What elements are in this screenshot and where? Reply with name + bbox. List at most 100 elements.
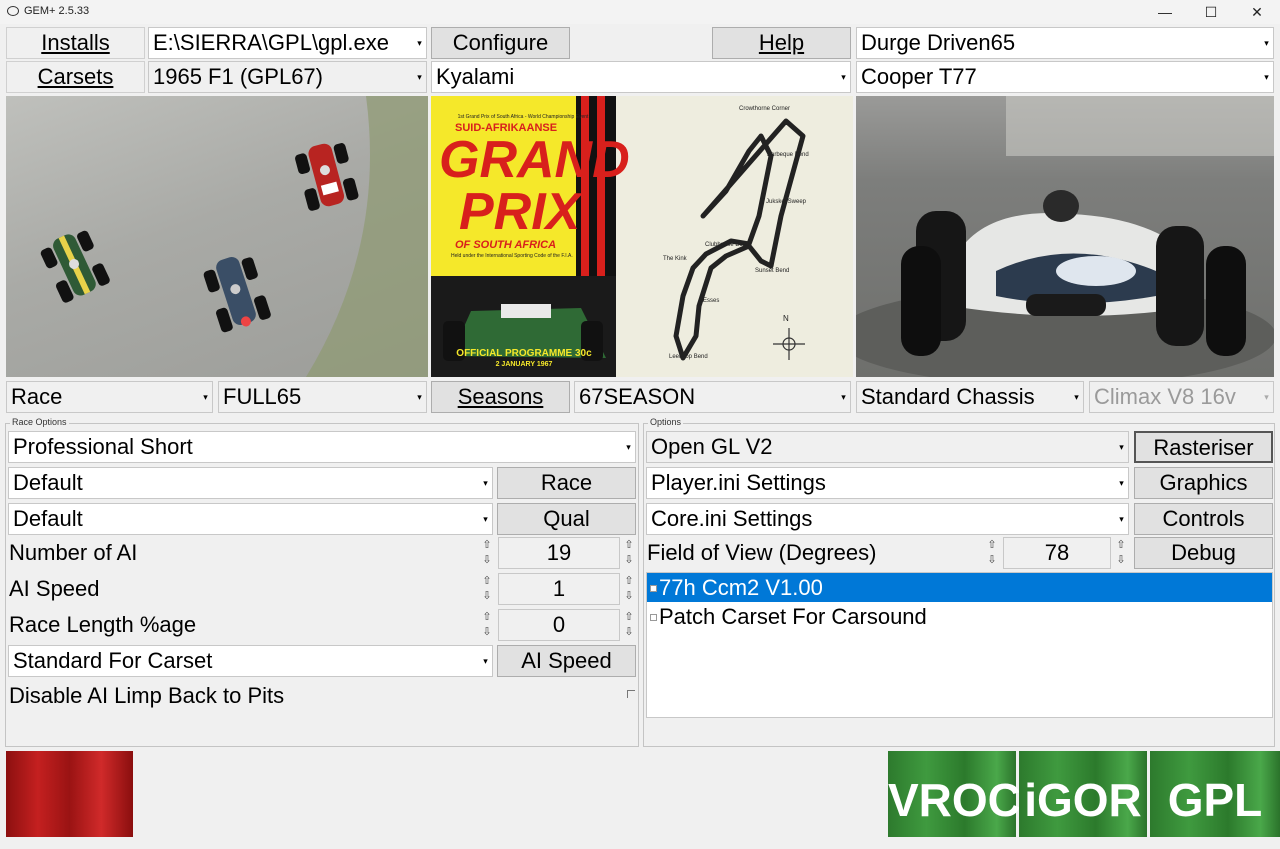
track-value: Kyalami	[436, 64, 515, 89]
north-arrow-icon: N	[783, 314, 789, 323]
corner-label: Sunset Bend	[755, 268, 790, 274]
poster-programme: OFFICIAL PROGRAMME 30c	[456, 348, 592, 359]
poster-sub: Held under the International Sporting Co…	[451, 253, 573, 259]
car-value: Cooper T77	[861, 64, 977, 89]
installs-label: Installs	[41, 30, 110, 55]
poster-prix: PRIX	[459, 183, 581, 241]
spin-down-icon[interactable]: ⇩	[985, 553, 999, 567]
chassis-select[interactable]: Standard Chassis ▾	[856, 381, 1084, 413]
corner-label: Esses	[703, 298, 720, 304]
spin-up-icon[interactable]: ⇧	[622, 610, 636, 624]
season-select[interactable]: 67SEASON ▾	[574, 381, 851, 413]
track-variant-value: FULL65	[223, 384, 302, 409]
close-button[interactable]: ✕	[1234, 0, 1280, 24]
spin-up-icon[interactable]: ⇧	[622, 538, 636, 552]
track-variant-select[interactable]: FULL65 ▾	[218, 381, 427, 413]
qual-setting-select[interactable]: Default ▾	[8, 503, 493, 535]
list-item[interactable]: Patch Carset For Carsound	[647, 602, 1272, 631]
chevron-down-icon: ▾	[1264, 72, 1269, 82]
carsets-button[interactable]: Carsets	[6, 61, 145, 93]
mods-list[interactable]: 77h Ccm2 V1.00 Patch Carset For Carsound	[646, 572, 1273, 718]
spin-up-icon[interactable]: ⇧	[622, 574, 636, 588]
mod-label: 77h Ccm2 V1.00	[659, 575, 823, 600]
spin-up-icon[interactable]: ⇧	[480, 538, 494, 552]
spin-up-icon[interactable]: ⇧	[1114, 538, 1128, 552]
igor-launch-button[interactable]: iGOR	[1019, 751, 1147, 837]
help-label: Help	[758, 30, 805, 55]
spin-down-icon[interactable]: ⇩	[480, 589, 494, 603]
install-path-select[interactable]: E:\SIERRA\GPL\gpl.exe ▾	[148, 27, 427, 59]
carset-select[interactable]: 1965 F1 (GPL67) ▾	[148, 61, 427, 93]
poster-top-line: 1st Grand Prix of South Africa - World C…	[457, 114, 589, 120]
corner-label: Barbeque Bend	[767, 152, 809, 158]
car-select[interactable]: Cooper T77 ▾	[856, 61, 1274, 93]
list-item[interactable]: 77h Ccm2 V1.00	[647, 573, 1272, 602]
difficulty-select[interactable]: Professional Short ▾	[8, 431, 636, 463]
spin-up-icon[interactable]: ⇧	[480, 574, 494, 588]
spin-down-icon[interactable]: ⇩	[480, 553, 494, 567]
rasteriser-button[interactable]: Rasteriser	[1134, 431, 1273, 463]
spin-down-icon[interactable]: ⇩	[622, 589, 636, 603]
vroc-launch-button[interactable]: VROC	[888, 751, 1021, 837]
spin-up-icon[interactable]: ⇧	[480, 610, 494, 624]
ai-speed-setting-select[interactable]: Standard For Carset ▾	[8, 645, 493, 677]
renderer-select[interactable]: Open GL V2 ▾	[646, 431, 1129, 463]
race-button[interactable]: Race	[497, 467, 636, 499]
chevron-down-icon: ▾	[841, 72, 846, 82]
race-length-label: Race Length %age	[9, 612, 197, 637]
configure-button[interactable]: Configure	[431, 27, 570, 59]
chevron-down-icon: ▾	[1074, 392, 1079, 402]
race-options-title: Race Options	[10, 417, 69, 427]
seasons-button[interactable]: Seasons	[431, 381, 570, 413]
engine-value: Climax V8 16v	[1094, 384, 1236, 409]
mod-checkbox[interactable]	[650, 585, 657, 592]
season-value: 67SEASON	[579, 384, 696, 409]
session-mode-select[interactable]: Race ▾	[6, 381, 213, 413]
help-button[interactable]: Help	[712, 27, 851, 59]
spin-down-icon[interactable]: ⇩	[622, 625, 636, 639]
mod-checkbox[interactable]	[650, 614, 657, 621]
chevron-down-icon: ▾	[417, 392, 422, 402]
carset-image	[6, 96, 428, 377]
controls-button[interactable]: Controls	[1134, 503, 1273, 535]
race-setting-select[interactable]: Default ▾	[8, 467, 493, 499]
chevron-down-icon: ▾	[483, 514, 488, 524]
gpl-launch-button[interactable]: GPL	[1150, 751, 1280, 837]
corner-label: Jukskei Sweep	[766, 199, 807, 205]
spin-down-icon[interactable]: ⇩	[480, 625, 494, 639]
spin-down-icon[interactable]: ⇩	[622, 553, 636, 567]
renderer-value: Open GL V2	[651, 434, 773, 459]
num-ai-label: Number of AI	[9, 540, 138, 565]
core-ini-select[interactable]: Core.ini Settings ▾	[646, 503, 1129, 535]
qual-setting-value: Default	[13, 506, 83, 531]
fov-label: Field of View (Degrees)	[647, 540, 877, 565]
graphics-button[interactable]: Graphics	[1134, 467, 1273, 499]
race-length-field[interactable]: 0	[498, 609, 620, 641]
poster-grand: GRAND	[439, 131, 630, 189]
minimize-button[interactable]: —	[1142, 0, 1188, 24]
debug-button[interactable]: Debug	[1134, 537, 1273, 569]
corner-label: Leeukop Bend	[669, 354, 708, 360]
fov-field[interactable]: 78	[1003, 537, 1111, 569]
maximize-button[interactable]: ☐	[1188, 0, 1234, 24]
installs-button[interactable]: Installs	[6, 27, 145, 59]
core-ini-value: Core.ini Settings	[651, 506, 813, 531]
driver-select[interactable]: Durge Driven65 ▾	[856, 27, 1274, 59]
track-select[interactable]: Kyalami ▾	[431, 61, 851, 93]
difficulty-value: Professional Short	[13, 434, 193, 459]
ai-speed-label: AI Speed	[9, 576, 100, 601]
spin-down-icon[interactable]: ⇩	[1114, 553, 1128, 567]
ai-speed-field[interactable]: 1	[498, 573, 620, 605]
options-title: Options	[648, 417, 684, 427]
driver-value: Durge Driven65	[861, 30, 1016, 55]
limp-back-label: Disable AI Limp Back to Pits	[9, 683, 285, 708]
limp-back-checkbox[interactable]	[627, 690, 635, 698]
chevron-down-icon: ▾	[203, 392, 208, 402]
ai-speed-setting-value: Standard For Carset	[13, 648, 213, 673]
num-ai-field[interactable]: 19	[498, 537, 620, 569]
player-ini-select[interactable]: Player.ini Settings ▾	[646, 467, 1129, 499]
ai-speed-button[interactable]: AI Speed	[497, 645, 636, 677]
spin-up-icon[interactable]: ⇧	[985, 538, 999, 552]
seasons-label: Seasons	[457, 384, 544, 409]
qual-button[interactable]: Qual	[497, 503, 636, 535]
